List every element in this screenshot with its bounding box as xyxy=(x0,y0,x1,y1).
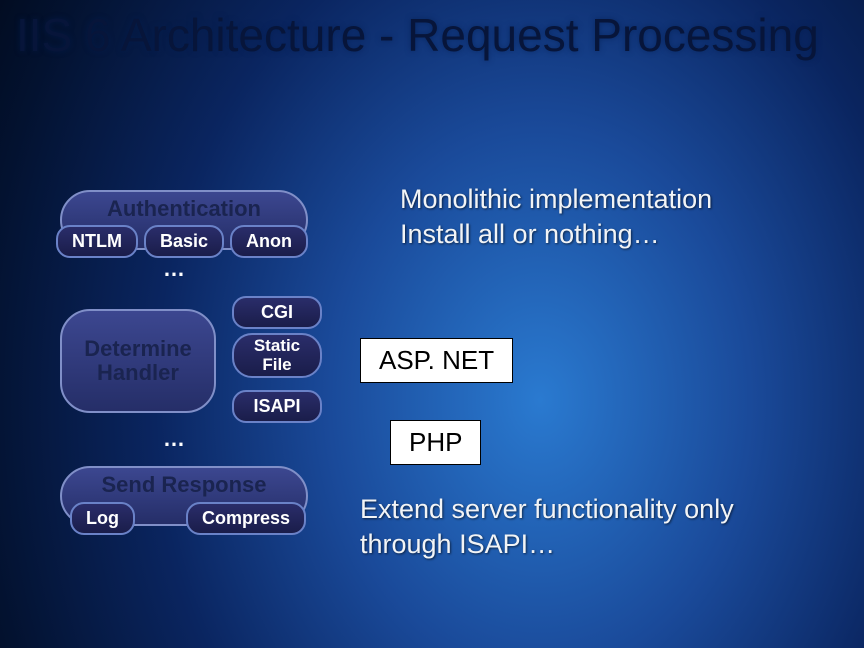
slide-title: IIS 6 Architecture - Request Processing xyxy=(16,10,819,62)
ntlm-pill: NTLM xyxy=(56,225,138,258)
log-pill: Log xyxy=(70,502,135,535)
isapi-pill: ISAPI xyxy=(232,390,322,423)
handler-label-line1: Determine xyxy=(84,336,192,361)
basic-pill: Basic xyxy=(144,225,224,258)
handler-label-line2: Handler xyxy=(97,360,179,385)
info2-line1: Extend server functionality only xyxy=(360,494,734,524)
send-response-label: Send Response xyxy=(62,472,306,498)
authentication-ellipsis: … xyxy=(163,256,185,282)
info1-line2: Install all or nothing… xyxy=(400,219,660,249)
static-line2: File xyxy=(262,355,291,374)
static-line1: Static xyxy=(254,336,300,355)
authentication-label: Authentication xyxy=(62,196,306,222)
cgi-pill: CGI xyxy=(232,296,322,329)
determine-handler-box: Determine Handler xyxy=(60,309,216,413)
determine-handler-label: Determine Handler xyxy=(84,337,192,385)
compress-pill: Compress xyxy=(186,502,306,535)
info1-line1: Monolithic implementation xyxy=(400,184,712,214)
info2-line2: through ISAPI… xyxy=(360,529,555,559)
php-box: PHP xyxy=(390,420,481,465)
handler-ellipsis: … xyxy=(163,426,185,452)
static-file-pill: Static File xyxy=(232,333,322,378)
aspnet-box: ASP. NET xyxy=(360,338,513,383)
anon-pill: Anon xyxy=(230,225,308,258)
info-monolithic: Monolithic implementation Install all or… xyxy=(400,182,840,251)
authentication-pills-row: NTLM Basic Anon xyxy=(56,225,308,258)
info-extend: Extend server functionality only through… xyxy=(360,492,850,561)
